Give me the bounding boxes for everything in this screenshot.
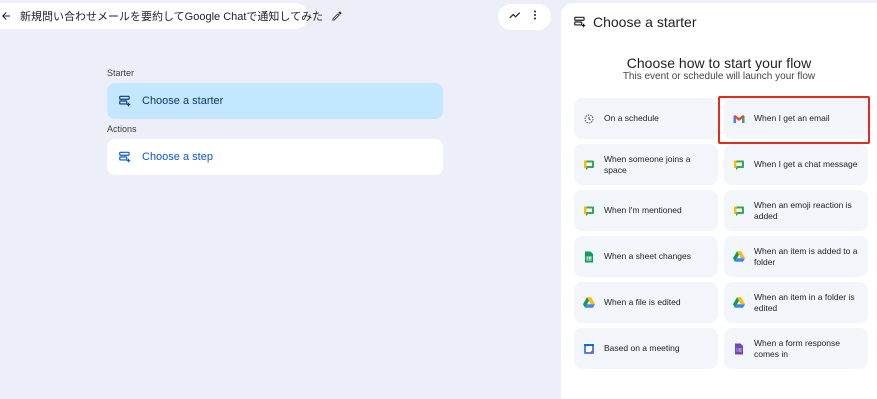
panel-heading: Choose how to start your flow xyxy=(626,55,812,71)
google-chat-icon xyxy=(733,159,745,171)
trending-icon xyxy=(509,11,520,18)
choose-starter-label: Choose a starter xyxy=(142,95,224,107)
option-when-an-emoji-reaction-is-added[interactable]: When an emoji reaction is added xyxy=(724,190,868,231)
step-icon xyxy=(118,150,132,164)
starter-icon xyxy=(118,94,132,108)
highlight-annotation-box xyxy=(718,96,870,144)
pencil-icon xyxy=(332,11,342,21)
option-label: When a form response comes in xyxy=(754,337,840,359)
starter-icon xyxy=(574,16,586,28)
google-forms-icon xyxy=(733,343,745,355)
option-when-a-sheet-changes[interactable]: When a sheet changes xyxy=(574,236,718,277)
option-label: When a sheet changes xyxy=(604,251,691,261)
option-when-a-file-is-edited[interactable]: When a file is edited xyxy=(574,282,718,323)
top-actions xyxy=(498,4,551,30)
google-drive-icon xyxy=(583,297,595,309)
arrow-back-icon xyxy=(2,12,10,20)
starter-panel: Choose a starter Choose how to start you… xyxy=(561,3,877,399)
more-vert-icon xyxy=(534,10,537,20)
option-when-a-form-response-comes-in[interactable]: When a form response comes in xyxy=(724,328,868,369)
google-chat-icon xyxy=(583,159,595,171)
option-when-an-item-in-a-folder-is-edited[interactable]: When an item in a folder is edited xyxy=(724,282,868,323)
option-when-someone-joins-a-space[interactable]: When someone joins a space xyxy=(574,144,718,185)
choose-step-card[interactable]: Choose a step xyxy=(107,139,443,175)
option-label: When an item is added to a folder xyxy=(754,245,858,267)
option-label: Based on a meeting xyxy=(604,343,680,353)
panel-subheading: This event or schedule will launch your … xyxy=(622,71,816,82)
google-calendar-icon xyxy=(583,343,595,355)
option-label: When a file is edited xyxy=(604,297,681,307)
panel-title: Choose a starter xyxy=(593,14,697,30)
google-drive-icon xyxy=(733,251,745,263)
flow-title[interactable]: 新規問い合わせメールを要約してGoogle Chatで通知してみた xyxy=(20,8,323,24)
google-chat-icon xyxy=(583,205,595,217)
choose-step-label: Choose a step xyxy=(142,151,213,163)
flow-title-bar: 新規問い合わせメールを要約してGoogle Chatで通知してみた xyxy=(0,3,342,29)
starter-section-label: Starter xyxy=(107,68,135,78)
choose-starter-card[interactable]: Choose a starter xyxy=(107,83,443,119)
edit-title-button[interactable] xyxy=(331,9,343,23)
back-button[interactable] xyxy=(0,3,12,29)
google-drive-icon xyxy=(733,297,745,309)
option-label: When someone joins a space xyxy=(604,153,691,175)
google-chat-icon xyxy=(733,205,745,217)
more-options-button[interactable] xyxy=(529,8,541,26)
activity-button[interactable] xyxy=(508,8,522,27)
option-based-on-a-meeting[interactable]: Based on a meeting xyxy=(574,328,718,369)
option-label: On a schedule xyxy=(604,113,659,123)
option-on-a-schedule[interactable]: On a schedule xyxy=(574,98,718,139)
panel-header: Choose a starter xyxy=(573,14,697,30)
option-label: When an emoji reaction is added xyxy=(754,199,852,221)
option-when-im-mentioned[interactable]: When I'm mentioned xyxy=(574,190,718,231)
option-label: When I'm mentioned xyxy=(604,205,682,215)
option-when-i-get-a-chat-message[interactable]: When I get a chat message xyxy=(724,144,868,185)
option-label: When an item in a folder is edited xyxy=(754,291,855,313)
google-sheets-icon xyxy=(583,251,595,263)
actions-section-label: Actions xyxy=(107,124,137,134)
clock-icon xyxy=(583,113,595,125)
option-label: When I get a chat message xyxy=(754,159,858,169)
option-when-an-item-is-added-to-a-folder[interactable]: When an item is added to a folder xyxy=(724,236,868,277)
